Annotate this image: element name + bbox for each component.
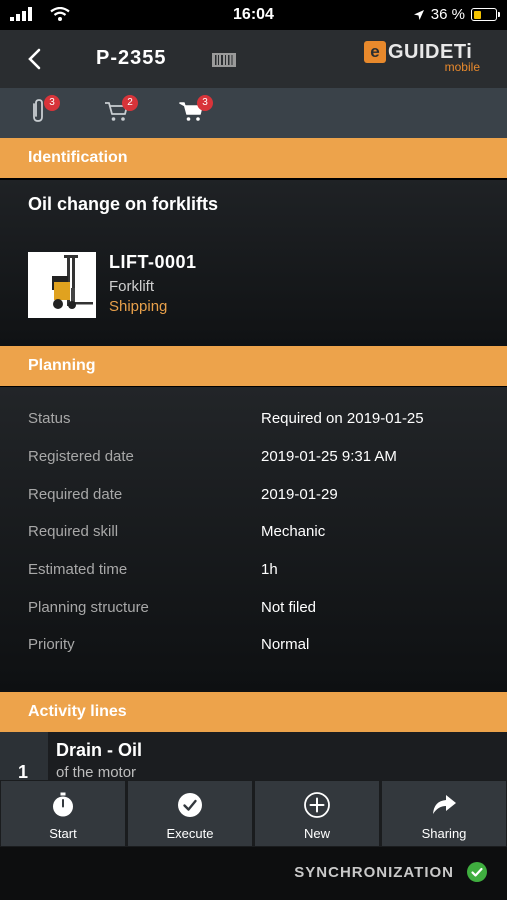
planning-row-required-date: Required date 2019-01-29	[0, 476, 507, 514]
sync-bar[interactable]: SYNCHRONIZATION	[0, 847, 507, 900]
planning-label: Required date	[28, 486, 123, 503]
section-activity-lines-header[interactable]: Activity lines	[0, 692, 507, 732]
planning-label: Planning structure	[28, 599, 149, 616]
barcode-icon[interactable]	[212, 53, 236, 67]
planning-label: Registered date	[28, 448, 134, 465]
sync-ok-icon	[467, 862, 487, 882]
sharing-label: Sharing	[421, 826, 467, 841]
planning-value: Not filed	[261, 599, 317, 616]
activity-number: 1	[18, 762, 29, 780]
page-title: P-2355	[96, 47, 167, 69]
section-identification-header[interactable]: Identification	[0, 138, 507, 178]
planning-label: Required skill	[28, 523, 119, 540]
planning-value: 1h	[261, 561, 278, 578]
status-bar: 16:04 36 %	[0, 0, 507, 30]
app-logo: e GUIDETi mobile	[364, 40, 482, 76]
planning-row-registered-date: Registered date 2019-01-25 9:31 AM	[0, 438, 507, 476]
app-header: P-2355 e GUIDETi mobile	[0, 30, 507, 88]
planning-panel: Status Required on 2019-01-25 Registered…	[0, 387, 507, 692]
attachments-button[interactable]: 3	[26, 95, 60, 128]
activity-subtitle: of the motor	[56, 764, 137, 780]
logo-mark-icon: e	[364, 41, 386, 63]
planning-label: Estimated time	[28, 561, 128, 578]
checkmark-circle-icon	[178, 793, 202, 817]
identification-panel: Oil change on forklifts LIFT-0001 Forkli…	[0, 180, 507, 346]
activity-title: Drain - Oil	[56, 740, 143, 760]
new-button[interactable]: New	[254, 780, 380, 847]
execute-button[interactable]: Execute	[127, 780, 253, 847]
planning-row-priority: Priority Normal	[0, 626, 507, 664]
activity-number-cell: 1	[0, 732, 48, 780]
asset-type: Forklift	[109, 278, 154, 295]
planning-value: 2019-01-29	[261, 486, 338, 503]
battery-icon	[471, 8, 500, 21]
list-item[interactable]: 1 Drain - Oil of the motor	[0, 732, 507, 780]
planning-row-planning-structure: Planning structure Not filed	[0, 589, 507, 627]
stopwatch-icon	[53, 792, 73, 817]
planning-value: Normal	[261, 636, 310, 653]
planning-row-estimated-time: Estimated time 1h	[0, 551, 507, 589]
planning-value: Mechanic	[261, 523, 326, 540]
task-title: Oil change on forklifts	[28, 194, 219, 214]
sync-label: SYNCHRONIZATION	[294, 864, 454, 881]
logo-subtitle: mobile	[444, 60, 480, 74]
planning-row-status: Status Required on 2019-01-25	[0, 400, 507, 438]
section-planning-header[interactable]: Planning	[0, 346, 507, 386]
toolbar: 3 2 3	[0, 88, 507, 138]
execute-label: Execute	[166, 826, 214, 841]
planning-label: Priority	[28, 636, 75, 653]
share-arrow-icon	[433, 795, 456, 814]
location-arrow-icon	[413, 9, 424, 20]
planning-value: 2019-01-25 9:31 AM	[261, 448, 397, 465]
asset-department: Shipping	[109, 298, 168, 315]
plus-circle-icon	[304, 792, 330, 818]
parts-cart-badge: 2	[122, 95, 138, 111]
sharing-button[interactable]: Sharing	[381, 780, 507, 847]
start-label: Start	[49, 826, 77, 841]
planning-value: Required on 2019-01-25	[261, 410, 424, 427]
start-button[interactable]: Start	[0, 780, 126, 847]
battery-percent: 36 %	[430, 6, 465, 23]
planning-row-required-skill: Required skill Mechanic	[0, 513, 507, 551]
back-arrow-icon[interactable]	[22, 46, 48, 72]
orders-cart-badge: 3	[197, 95, 213, 111]
orders-cart-button[interactable]: 3	[179, 95, 213, 128]
parts-cart-button[interactable]: 2	[104, 95, 138, 128]
planning-label: Status	[28, 410, 71, 427]
asset-thumbnail[interactable]	[28, 252, 96, 318]
attachments-badge: 3	[44, 95, 60, 111]
asset-code[interactable]: LIFT-0001	[109, 252, 197, 273]
new-label: New	[303, 826, 330, 841]
action-bar: Start Execute New Sharing	[0, 780, 507, 847]
forklift-icon	[28, 252, 96, 318]
